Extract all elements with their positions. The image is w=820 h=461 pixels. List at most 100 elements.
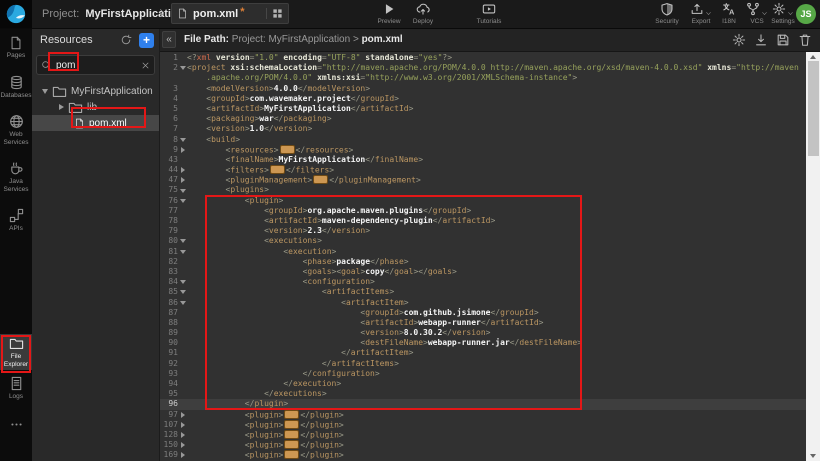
folded-code-pill[interactable] [284, 440, 299, 449]
gutter[interactable]: 77 [160, 206, 187, 216]
code-line-5[interactable]: 5 <artifactId>MyFirstApplication</artifa… [160, 104, 806, 114]
folded-code-pill[interactable] [284, 450, 299, 459]
code-line-80[interactable]: 80 <executions> [160, 236, 806, 246]
tool-security[interactable]: Security [650, 3, 684, 25]
code-line-3[interactable]: 3 <modelVersion>4.0.0</modelVersion> [160, 84, 806, 94]
fold-open-icon[interactable] [178, 135, 187, 145]
gutter[interactable]: 1 [160, 53, 187, 63]
wavemaker-logo-icon[interactable] [0, 0, 32, 28]
gutter[interactable]: 84 [160, 277, 187, 287]
gutter[interactable]: 81 [160, 247, 187, 257]
gutter[interactable]: 78 [160, 216, 187, 226]
folded-code-pill[interactable] [270, 165, 285, 174]
gutter[interactable]: 91 [160, 348, 187, 358]
gutter[interactable]: 47 [160, 175, 187, 185]
folded-code-pill[interactable] [313, 175, 328, 184]
fold-open-icon[interactable] [178, 196, 187, 206]
code-line-4[interactable]: 4 <groupId>com.wavemaker.project</groupI… [160, 94, 806, 104]
code-line-169[interactable]: 169 <plugin></plugin> [160, 450, 806, 460]
gutter[interactable]: 150 [160, 440, 187, 450]
gutter[interactable]: 83 [160, 267, 187, 277]
search-input[interactable] [56, 60, 141, 71]
gutter[interactable]: 76 [160, 196, 187, 206]
save-file-button[interactable] [776, 33, 790, 47]
gutter[interactable]: 4 [160, 94, 187, 104]
fold-open-icon[interactable] [178, 277, 187, 287]
tree-caret-open-icon[interactable] [40, 89, 50, 94]
code-line-150[interactable]: 150 <plugin></plugin> [160, 440, 806, 450]
tree-item-myfirstapplication[interactable]: MyFirstApplication [32, 83, 159, 99]
download-file-button[interactable] [754, 33, 768, 47]
gutter[interactable]: 7 [160, 124, 187, 134]
sidebar-item-web-services[interactable]: Web Services [0, 112, 32, 148]
code-line-90[interactable]: 90 <destFileName>webapp-runner.jar</dest… [160, 338, 806, 348]
tool-tutorials[interactable]: Tutorials [472, 3, 506, 25]
gutter[interactable]: 94 [160, 379, 187, 389]
sidebar-item-logs[interactable]: Logs [0, 374, 32, 403]
delete-file-button[interactable] [798, 33, 812, 47]
gutter[interactable]: 82 [160, 257, 187, 267]
folded-code-pill[interactable] [284, 430, 299, 439]
code-line-76[interactable]: 76 <plugin> [160, 196, 806, 206]
gutter[interactable]: 97 [160, 410, 187, 420]
gutter[interactable]: 89 [160, 328, 187, 338]
gutter[interactable]: 44 [160, 165, 187, 175]
fold-closed-icon[interactable] [178, 440, 187, 450]
code-line-83[interactable]: 83 <goals><goal>copy</goal></goals> [160, 267, 806, 277]
code-line-84[interactable]: 84 <configuration> [160, 277, 806, 287]
scroll-down-arrow-icon[interactable] [810, 454, 816, 458]
code-line-6[interactable]: 6 <packaging>war</packaging> [160, 114, 806, 124]
code-line-wrap[interactable]: .apache.org/POM/4.0.0" xmlns:xsi="http:/… [160, 73, 806, 83]
code-line-128[interactable]: 128 <plugin></plugin> [160, 430, 806, 440]
fold-closed-icon[interactable] [178, 430, 187, 440]
refresh-icon[interactable] [120, 34, 132, 46]
gutter[interactable]: 169 [160, 450, 187, 460]
editor-settings-button[interactable] [732, 33, 746, 47]
gutter[interactable]: 85 [160, 287, 187, 297]
code-line-87[interactable]: 87 <groupId>com.github.jsimone</groupId> [160, 308, 806, 318]
fold-open-icon[interactable] [178, 236, 187, 246]
gutter[interactable]: 5 [160, 104, 187, 114]
code-line-85[interactable]: 85 <artifactItems> [160, 287, 806, 297]
gutter[interactable]: 92 [160, 359, 187, 369]
tool-deploy[interactable]: Deploy [406, 3, 440, 25]
code-line-91[interactable]: 91 </artifactItem> [160, 348, 806, 358]
code-line-2[interactable]: 2<project xsi:schemaLocation="http://mav… [160, 63, 806, 73]
gutter[interactable]: 90 [160, 338, 187, 348]
tree-item-pom-xml[interactable]: pom.xml [32, 115, 159, 131]
fold-closed-icon[interactable] [178, 450, 187, 460]
gutter[interactable]: 93 [160, 369, 187, 379]
gutter[interactable]: 43 [160, 155, 187, 165]
fold-closed-icon[interactable] [178, 410, 187, 420]
gutter[interactable]: 80 [160, 236, 187, 246]
fold-closed-icon[interactable] [178, 175, 187, 185]
sidebar-item-databases[interactable]: Databases [0, 73, 32, 102]
gutter[interactable]: 9 [160, 145, 187, 155]
code-line-95[interactable]: 95 </executions> [160, 389, 806, 399]
scrollbar-thumb[interactable] [808, 61, 819, 156]
code-line-79[interactable]: 79 <version>2.3</version> [160, 226, 806, 236]
sidebar-item-pages[interactable]: Pages [0, 34, 32, 62]
tree-caret-closed-icon[interactable] [56, 104, 66, 110]
collapse-panel-button[interactable]: « [162, 31, 176, 48]
code-line-44[interactable]: 44 <filters></filters> [160, 165, 806, 175]
gutter[interactable]: 2 [160, 63, 187, 73]
code-line-77[interactable]: 77 <groupId>org.apache.maven.plugins</gr… [160, 206, 806, 216]
code-line-47[interactable]: 47 <pluginManagement></pluginManagement> [160, 175, 806, 185]
fold-closed-icon[interactable] [178, 145, 187, 155]
code-line-107[interactable]: 107 <plugin></plugin> [160, 420, 806, 430]
tool-preview[interactable]: Preview [372, 3, 406, 25]
gutter[interactable]: 75 [160, 185, 187, 195]
gutter[interactable]: 95 [160, 389, 187, 399]
fold-open-icon[interactable] [178, 287, 187, 297]
gutter[interactable]: 128 [160, 430, 187, 440]
fold-open-icon[interactable] [178, 185, 187, 195]
folded-code-pill[interactable] [280, 145, 295, 154]
grid-icon[interactable] [266, 8, 283, 19]
code-line-7[interactable]: 7 <version>1.0</version> [160, 124, 806, 134]
tool-settings[interactable]: Settings [766, 3, 800, 25]
code-line-8[interactable]: 8 <build> [160, 135, 806, 145]
code-line-94[interactable]: 94 </execution> [160, 379, 806, 389]
code-line-78[interactable]: 78 <artifactId>maven-dependency-plugin</… [160, 216, 806, 226]
code-line-93[interactable]: 93 </configuration> [160, 369, 806, 379]
